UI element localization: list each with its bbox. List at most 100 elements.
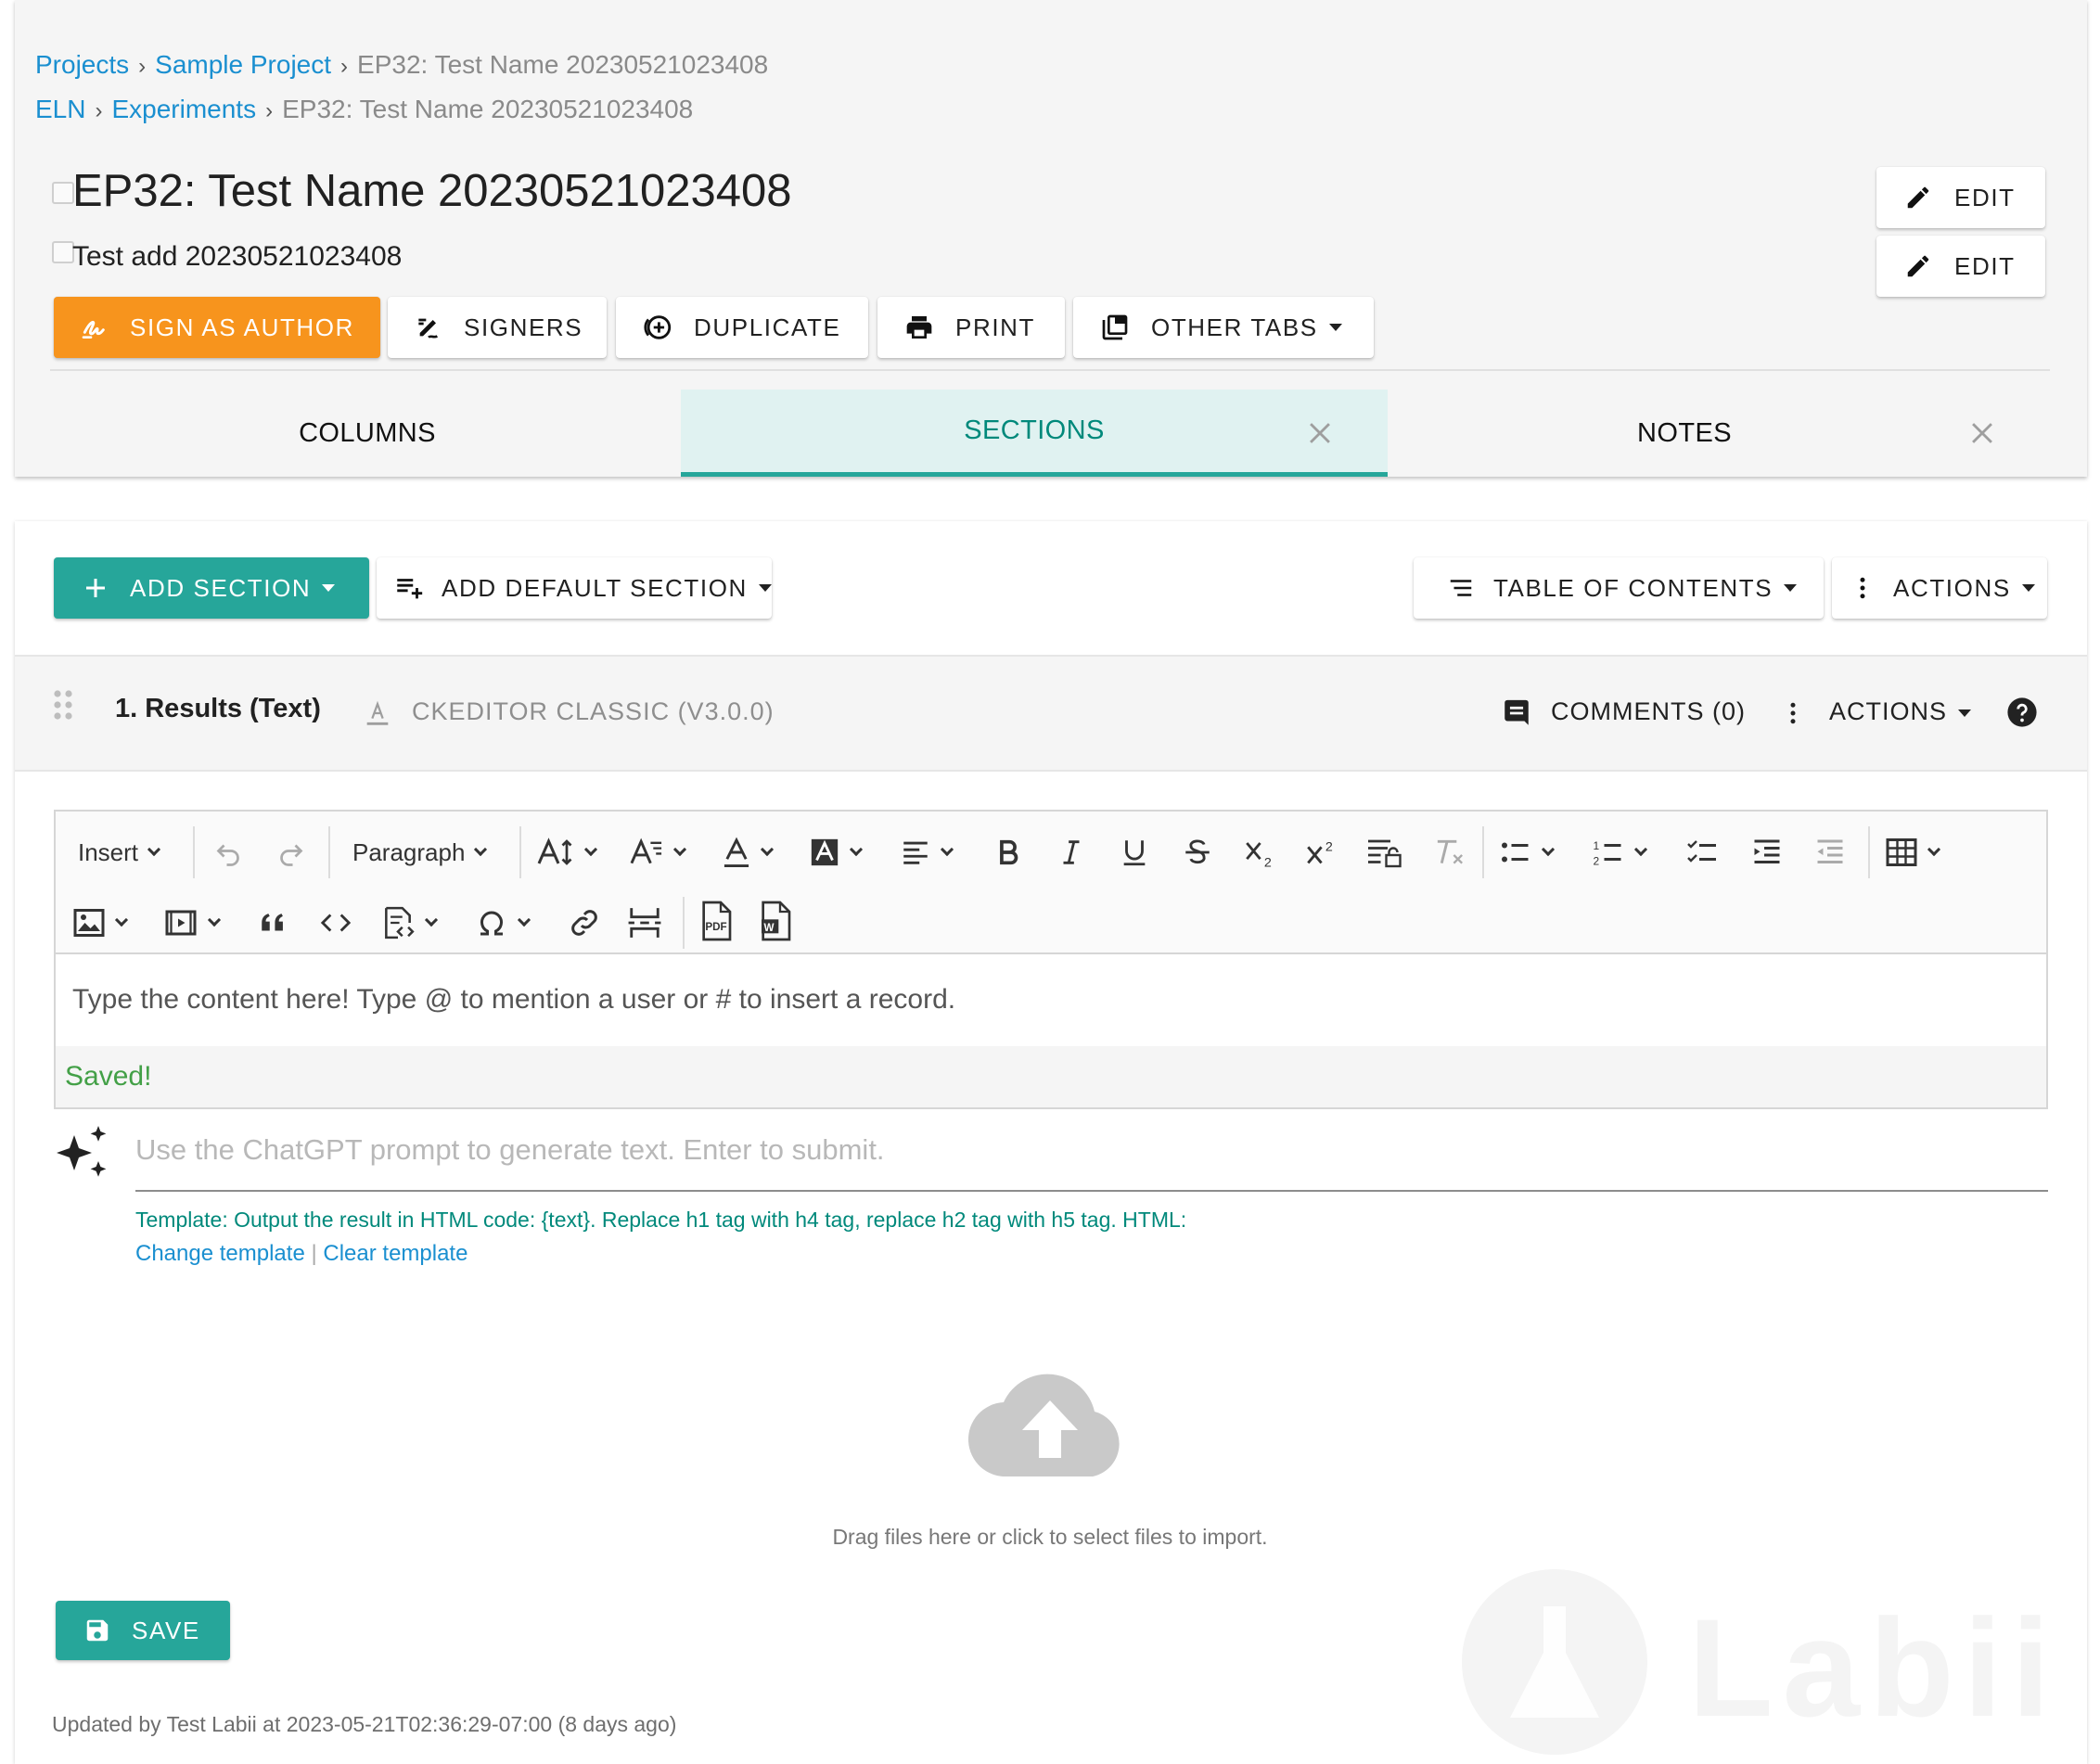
background-color-icon[interactable]: [809, 832, 864, 873]
comment-icon[interactable]: [1501, 697, 1532, 734]
restricted-editing-icon[interactable]: [1365, 832, 1404, 873]
tab-notes[interactable]: NOTES: [1388, 390, 1981, 477]
table-icon[interactable]: [1885, 832, 1941, 873]
add-default-section-label: ADD DEFAULT SECTION: [442, 573, 748, 602]
section-comments-link[interactable]: COMMENTS (0): [1551, 697, 1746, 726]
help-icon[interactable]: [2006, 697, 2038, 733]
breadcrumb-projects: Projects › Sample Project › EP32: Test Name …: [35, 48, 768, 83]
caret-down-icon: [322, 584, 336, 592]
section-title: 1. Results (Text): [115, 694, 321, 723]
tab-columns[interactable]: COLUMNS: [54, 390, 681, 477]
close-icon[interactable]: [1304, 417, 1336, 449]
save-button[interactable]: SAVE: [56, 1601, 230, 1660]
page-title: EP32: Test Name 20230521023408: [72, 166, 792, 216]
toolbar-separator: [683, 897, 685, 949]
title-select-checkbox[interactable]: [52, 182, 74, 204]
add-section-button[interactable]: ADD SECTION: [54, 557, 369, 619]
remove-format-icon[interactable]: [1432, 832, 1467, 873]
media-embed-icon[interactable]: [163, 902, 222, 943]
font-family-icon[interactable]: [629, 832, 687, 873]
svg-text:W: W: [764, 922, 775, 934]
actions-label: ACTIONS: [1893, 573, 2011, 602]
insert-dropdown[interactable]: Insert: [78, 832, 161, 873]
superscript-icon[interactable]: 2: [1304, 832, 1341, 873]
paragraph-label: Paragraph: [352, 837, 466, 866]
change-template-link[interactable]: Change template: [135, 1241, 305, 1266]
print-button[interactable]: PRINT: [877, 297, 1065, 358]
export-word-icon[interactable]: W: [757, 901, 794, 941]
image-icon[interactable]: [72, 902, 129, 943]
todo-list-icon[interactable]: [1684, 832, 1720, 873]
chevron-down-icon: [114, 913, 129, 927]
pencil-icon: [1902, 182, 1934, 213]
labii-logo-watermark: [1462, 1569, 1647, 1755]
sign-as-author-label: SIGN AS AUTHOR: [130, 313, 355, 341]
close-icon[interactable]: [1966, 417, 1998, 449]
edit-title-button[interactable]: EDIT: [1876, 167, 2045, 228]
ai-sparkle-icon: [52, 1124, 111, 1184]
caret-down-icon: [1958, 709, 1972, 717]
font-color-icon[interactable]: [722, 832, 775, 873]
section-actions-menu[interactable]: ACTIONS: [1829, 697, 1972, 726]
breadcrumb-link-eln[interactable]: ELN: [35, 95, 85, 123]
table-of-contents-button[interactable]: TABLE OF CONTENTS: [1414, 557, 1824, 619]
clear-template-link[interactable]: Clear template: [323, 1241, 467, 1266]
subscript-icon[interactable]: 2: [1243, 832, 1280, 873]
tab-sections[interactable]: SECTIONS: [681, 390, 1388, 477]
subtitle-select-checkbox[interactable]: [52, 241, 74, 263]
chatgpt-template-text: Template: Output the result in HTML code…: [135, 1208, 1187, 1232]
tab-sections-label: SECTIONS: [964, 415, 1105, 445]
sign-as-author-button[interactable]: SIGN AS AUTHOR: [54, 297, 380, 358]
chevron-down-icon: [474, 842, 488, 857]
chevron-down-icon: [517, 913, 531, 927]
signers-button[interactable]: SIGNERS: [388, 297, 607, 358]
insert-label: Insert: [78, 837, 139, 866]
more-vert-icon[interactable]: [1779, 699, 1807, 732]
duplicate-button[interactable]: DUPLICATE: [616, 297, 868, 358]
block-quote-icon[interactable]: [258, 902, 289, 943]
bulleted-list-icon[interactable]: [1499, 832, 1556, 873]
redo-icon[interactable]: [275, 832, 308, 873]
save-label: SAVE: [132, 1616, 200, 1644]
page-break-icon[interactable]: [625, 902, 664, 943]
actions-menu-button[interactable]: ACTIONS: [1832, 557, 2047, 619]
chevron-down-icon: [424, 913, 439, 927]
breadcrumb-current: EP32: Test Name 20230521023408: [282, 95, 694, 123]
add-default-section-button[interactable]: ADD DEFAULT SECTION: [377, 557, 772, 619]
editor-content-area[interactable]: Type the content here! Type @ to mention…: [72, 984, 955, 1016]
code-icon[interactable]: [319, 902, 352, 943]
link-icon[interactable]: [568, 902, 601, 943]
cloud-upload-icon: [967, 1363, 1133, 1483]
chevron-down-icon: [760, 842, 775, 857]
other-tabs-button[interactable]: OTHER TABS: [1073, 297, 1374, 358]
italic-icon[interactable]: [1056, 832, 1087, 873]
svg-text:2: 2: [1264, 856, 1272, 869]
underline-icon[interactable]: [1119, 832, 1150, 873]
indent-icon[interactable]: [1749, 832, 1785, 873]
source-editing-icon[interactable]: [380, 902, 439, 943]
drag-handle-icon[interactable]: [52, 688, 74, 726]
template-links: Change template | Clear template: [135, 1241, 467, 1267]
section-editor-type: CKEDITOR CLASSIC (V3.0.0): [412, 697, 775, 725]
align-icon[interactable]: [900, 832, 954, 873]
breadcrumb-link-projects[interactable]: Projects: [35, 50, 129, 79]
more-vert-icon: [1849, 572, 1876, 604]
edit-title-label: EDIT: [1954, 183, 2016, 211]
special-characters-icon[interactable]: [475, 902, 531, 943]
export-pdf-icon[interactable]: PDF: [698, 901, 735, 941]
paragraph-format-dropdown[interactable]: Paragraph: [352, 832, 488, 873]
toolbar-separator: [1482, 826, 1484, 878]
bold-icon[interactable]: [992, 832, 1024, 873]
draw-pen-icon: [414, 312, 443, 343]
svg-text:PDF: PDF: [705, 921, 726, 933]
edit-subtitle-button[interactable]: EDIT: [1876, 236, 2045, 297]
chatgpt-prompt-input[interactable]: Use the ChatGPT prompt to generate text.…: [135, 1133, 885, 1167]
undo-icon[interactable]: [211, 832, 245, 873]
breadcrumb-link-sample-project[interactable]: Sample Project: [155, 50, 331, 79]
outdent-icon[interactable]: [1812, 832, 1848, 873]
breadcrumb-link-experiments[interactable]: Experiments: [111, 95, 256, 123]
caret-down-icon: [1784, 584, 1798, 592]
numbered-list-icon[interactable]: 12: [1592, 832, 1648, 873]
strikethrough-icon[interactable]: [1182, 832, 1213, 873]
font-size-icon[interactable]: [536, 832, 598, 873]
